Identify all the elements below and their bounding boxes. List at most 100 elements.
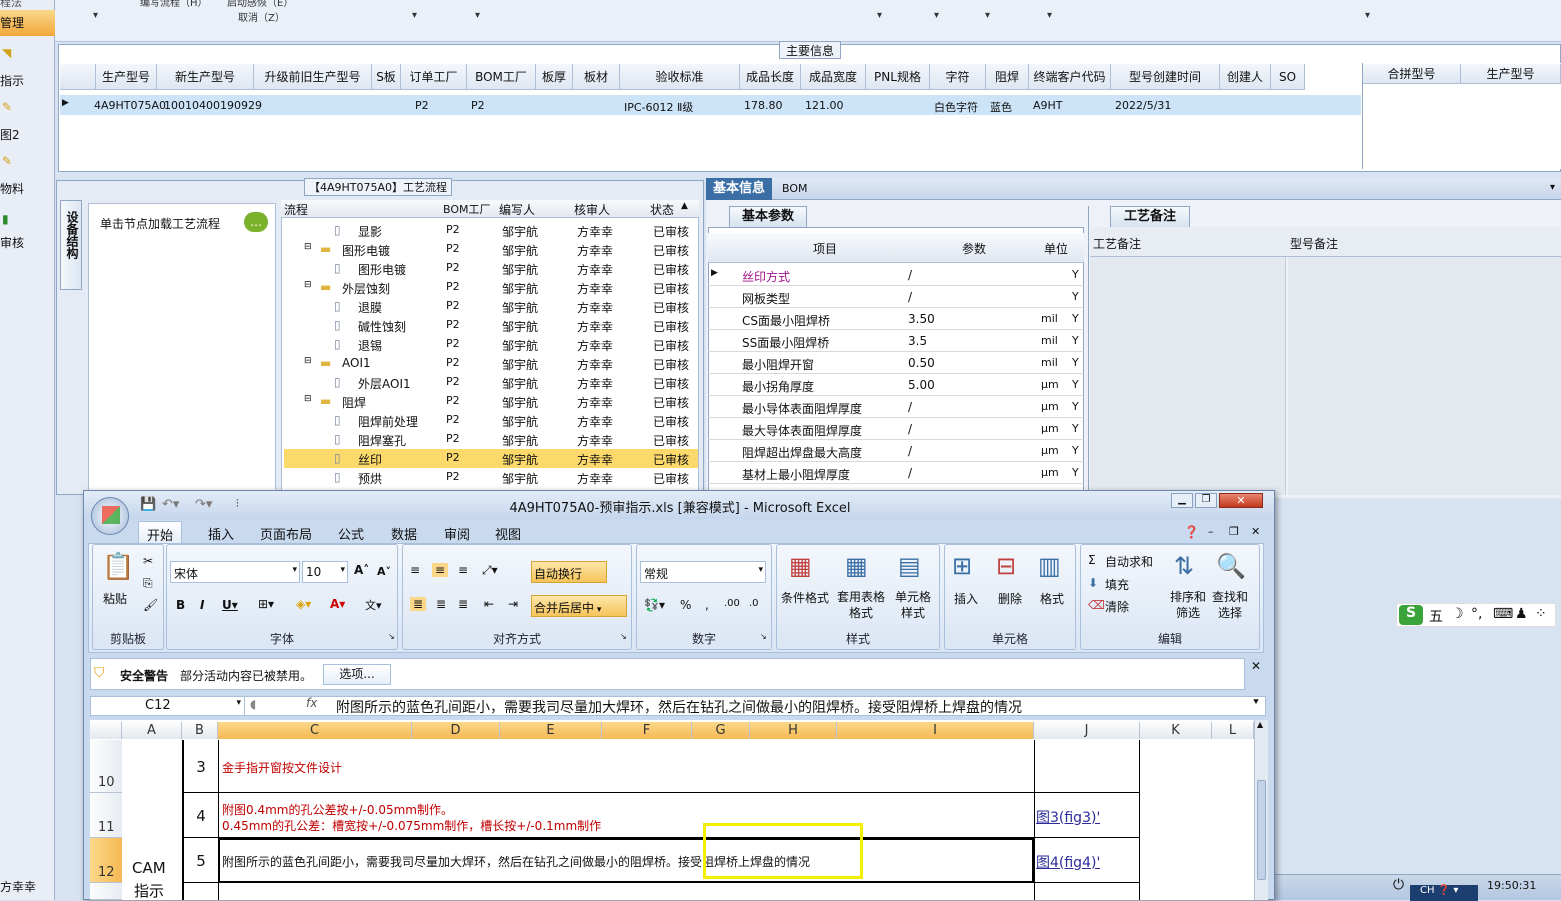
fill-color-icon[interactable]: ◈▾ (296, 597, 311, 611)
param-value[interactable]: / (908, 397, 1038, 417)
sheet-cell-b[interactable] (182, 883, 218, 900)
user-icon[interactable]: ♟ (1515, 606, 1528, 622)
maximize-button[interactable]: ❐ (1195, 493, 1217, 508)
param-row[interactable]: 最小拐角厚度 5.00 μm Y (708, 374, 1082, 396)
param-value[interactable]: / (908, 265, 1038, 285)
sheet-cell-j[interactable] (1034, 883, 1140, 900)
column-header[interactable]: E (500, 722, 602, 739)
find-select-icon[interactable]: 🔍 (1216, 552, 1246, 580)
collapse-icon[interactable]: ⊟ (304, 242, 312, 252)
process-tree-row[interactable]: ▯ 阻焊塞孔 P2 邹宇航 方幸幸 已审核 (284, 430, 698, 449)
column-header[interactable]: F (602, 722, 692, 739)
moon-icon[interactable]: ☽ (1451, 606, 1464, 622)
ribbon-minimize-icon[interactable]: – (1208, 525, 1214, 538)
lang-indicator[interactable]: CH ❓ ▾ (1410, 885, 1478, 901)
ribbon-tab[interactable]: 开始 (138, 521, 183, 544)
column-header[interactable]: H (750, 722, 837, 739)
increase-decimal-icon[interactable]: .00 (724, 598, 740, 609)
message-icon[interactable]: … (244, 212, 268, 232)
scroll-thumb[interactable] (1257, 780, 1266, 880)
param-row[interactable]: 基材上最小阻焊厚度 / μm Y (708, 462, 1082, 484)
align-middle-icon[interactable]: ≡ (432, 563, 449, 577)
font-color-icon[interactable]: A▾ (330, 597, 345, 611)
collapse-icon[interactable]: ⊟ (304, 394, 312, 404)
shrink-font-icon[interactable]: A˅ (377, 565, 391, 578)
underline-button[interactable]: U▾ (222, 598, 238, 612)
dropdown-arrow-icon[interactable]: ▾ (985, 10, 990, 21)
ribbon-restore-icon[interactable]: ❐ (1229, 525, 1239, 538)
keyboard-icon[interactable]: ⌨ (1493, 606, 1513, 622)
dialog-launcher-icon[interactable]: ↘ (620, 632, 627, 641)
tab-bom[interactable]: BOM (782, 182, 808, 195)
sheet-cell-c[interactable]: 附图所示的蓝色孔间距小，需要我司尽量加大焊环，然后在钻孔之间做最小的阻焊桥。接受… (218, 838, 1034, 883)
param-value[interactable]: / (908, 287, 1038, 307)
write-flow-button[interactable]: 编写流程（H） (140, 0, 208, 9)
font-size-select[interactable]: 10 ▾ (302, 561, 348, 583)
italic-button[interactable]: I (200, 598, 204, 612)
close-button[interactable]: ✕ (1219, 493, 1263, 508)
row-header[interactable]: 12 (90, 838, 122, 883)
model-remark-text[interactable] (1288, 257, 1561, 495)
decrease-decimal-icon[interactable]: .0 (749, 598, 759, 609)
param-row[interactable]: CS面最小阻焊桥 3.50 mil Y (708, 308, 1082, 330)
help-icon[interactable]: ❓ (1184, 525, 1199, 539)
param-value[interactable]: / (908, 463, 1038, 483)
merge-center-button[interactable]: 合并后居中 ▾ (531, 595, 627, 617)
grid-icon[interactable]: ⁘ (1535, 606, 1547, 622)
insert-cells-icon[interactable]: ⊞ (952, 552, 972, 580)
scroll-up-icon[interactable]: ▲ (681, 201, 688, 211)
dropdown-arrow-icon[interactable]: ▾ (93, 10, 98, 21)
table-format-icon[interactable]: ▦ (845, 552, 868, 580)
dialog-launcher-icon[interactable]: ↘ (388, 632, 395, 641)
office-button[interactable] (91, 497, 129, 535)
paste-button[interactable]: 粘贴 (103, 590, 127, 607)
row-header[interactable] (90, 883, 122, 900)
process-tree-row[interactable]: ▯ 预烘 P2 邹宇航 方幸幸 已审核 (284, 468, 698, 487)
dialog-launcher-icon[interactable]: ↘ (760, 632, 767, 641)
sheet-cell-c[interactable] (218, 883, 1034, 900)
fill-icon[interactable]: ⬇ (1088, 576, 1098, 590)
process-tree-row[interactable]: ▯ 外层AOI1 P2 邹宇航 方幸幸 已审核 (284, 373, 698, 392)
column-header[interactable]: A (122, 722, 182, 739)
increase-indent-icon[interactable]: ⇥ (508, 597, 518, 611)
power-icon[interactable]: ⏻ (1393, 877, 1404, 893)
column-header[interactable]: J (1034, 722, 1140, 739)
align-top-icon[interactable]: ≡ (410, 563, 420, 577)
clear-icon[interactable]: ⌫ (1088, 598, 1105, 612)
param-row[interactable]: 最小阻焊开窗 0.50 mil Y (708, 352, 1082, 374)
redo-icon[interactable]: ↷▾ (195, 497, 212, 512)
autosum-icon[interactable]: Σ (1088, 553, 1096, 567)
cancel-button[interactable]: 取消（Z） (238, 9, 285, 24)
column-header[interactable]: K (1140, 722, 1212, 739)
phonetic-icon[interactable]: 文▾ (365, 597, 382, 613)
align-center-icon[interactable]: ≣ (436, 597, 446, 611)
ribbon-tab[interactable]: 视图 (487, 521, 529, 543)
process-tree-row[interactable]: ▯ 图形电镀 P2 邹宇航 方幸幸 已审核 (284, 259, 698, 278)
sogou-icon[interactable]: S (1399, 605, 1423, 625)
column-header[interactable]: C (218, 722, 412, 739)
nav-item-instruction[interactable]: 指示 (0, 72, 55, 89)
figure-link[interactable]: 图4(fig4)' (1036, 852, 1100, 872)
align-right-icon[interactable]: ≣ (458, 597, 468, 611)
ribbon-tab[interactable]: 数据 (383, 521, 425, 543)
process-tree-row[interactable]: ⊟ ▬ 阻焊 P2 邹宇航 方幸幸 已审核 (284, 392, 698, 411)
clear-button[interactable]: 清除 (1105, 598, 1129, 615)
dropdown-arrow-icon[interactable]: ▾ (1550, 182, 1555, 193)
tab-basic-info[interactable]: 基本信息 (706, 178, 772, 200)
tab-basic-params[interactable]: 基本参数 (729, 206, 807, 227)
sheet-cell-b[interactable]: 5 (182, 838, 218, 883)
format-painter-icon[interactable]: 🖌 (143, 598, 158, 612)
currency-icon[interactable]: 💱▾ (644, 598, 665, 612)
table-format-button[interactable]: 套用表格格式 (832, 589, 890, 621)
process-tree-row[interactable]: ▯ 显影 P2 邹宇航 方幸幸 已审核 (284, 221, 698, 240)
format-cells-icon[interactable]: ▥ (1038, 552, 1061, 580)
nav-item-manage[interactable]: 管理 (0, 10, 55, 36)
select-all-corner[interactable] (90, 722, 122, 739)
param-row[interactable]: 阻焊超出焊盘最大高度 / μm Y (708, 440, 1082, 462)
param-value[interactable]: / (908, 441, 1038, 461)
param-row[interactable]: 最小导体表面阻焊厚度 / μm Y (708, 396, 1082, 418)
process-tree-row[interactable]: ▯ 阻焊前处理 P2 邹宇航 方幸幸 已审核 (284, 411, 698, 430)
scroll-up-icon[interactable]: ▲ (1257, 720, 1263, 729)
figure-link[interactable]: 图3(fig3)' (1036, 807, 1100, 827)
ribbon-tab[interactable]: 审阅 (436, 521, 478, 543)
